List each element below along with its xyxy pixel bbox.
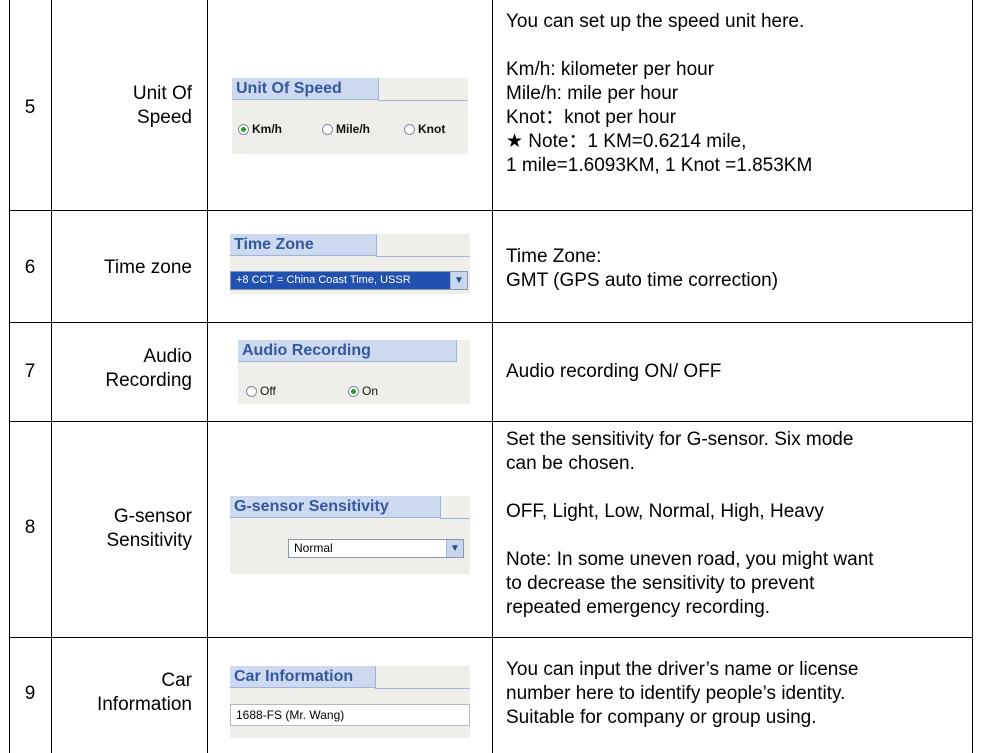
row-divider — [9, 637, 973, 638]
setting-name: Unit Of Speed — [132, 83, 192, 128]
setting-description: Time Zone: GMT (GPS auto time correction… — [506, 246, 779, 291]
row-number: 8 — [24, 517, 36, 538]
widget-title: Time Zone — [230, 234, 377, 256]
row-number: 6 — [24, 257, 36, 278]
row-divider — [9, 322, 973, 323]
radio-unselected-icon — [404, 123, 415, 135]
setting-description: You can set up the speed unit here. Km/h… — [506, 11, 813, 176]
column-divider — [207, 0, 208, 753]
setting-description: Audio recording ON/ OFF — [506, 361, 722, 382]
radio-on[interactable]: On — [348, 384, 378, 398]
widget-title: Audio Recording — [238, 340, 457, 362]
radio-kmh[interactable]: Km/h — [238, 122, 282, 136]
chevron-down-icon: ▼ — [446, 540, 463, 557]
row-number: 7 — [24, 361, 36, 382]
setting-name: Time zone — [104, 257, 192, 278]
row-divider — [9, 421, 973, 422]
chevron-down-icon: ▼ — [450, 272, 467, 289]
setting-name: Car Information — [96, 670, 192, 715]
radio-knot[interactable]: Knot — [404, 122, 445, 136]
widget-title: Unit Of Speed — [232, 78, 379, 100]
radio-unselected-icon — [322, 123, 333, 135]
radio-off[interactable]: Off — [246, 384, 276, 398]
setting-name: Audio Recording — [105, 346, 192, 391]
car-information-widget: Car Information 1688-FS (Mr. Wang) — [230, 666, 470, 738]
radio-unselected-icon — [246, 385, 257, 397]
row-number: 5 — [24, 97, 36, 118]
widget-title: G-sensor Sensitivity — [230, 496, 441, 518]
setting-description: You can input the driver’s name or licen… — [506, 659, 859, 728]
column-divider — [492, 0, 493, 753]
audio-recording-widget: Audio Recording Off On — [238, 340, 470, 404]
setting-description: Set the sensitivity for G-sensor. Six mo… — [506, 429, 874, 618]
radio-mileh[interactable]: Mile/h — [322, 122, 370, 136]
widget-title: Car Information — [230, 666, 376, 688]
setting-name: G-sensor Sensitivity — [106, 506, 192, 551]
time-zone-widget: Time Zone +8 CCT = China Coast Time, USS… — [230, 234, 470, 294]
g-sensor-widget: G-sensor Sensitivity Normal ▼ — [230, 496, 470, 574]
radio-selected-icon — [238, 123, 249, 135]
car-information-input[interactable]: 1688-FS (Mr. Wang) — [230, 704, 470, 726]
row-divider — [9, 210, 973, 211]
table-border-right — [972, 0, 973, 753]
row-number: 9 — [24, 683, 36, 704]
time-zone-select[interactable]: +8 CCT = China Coast Time, USSR ▼ — [230, 271, 468, 290]
g-sensor-select[interactable]: Normal ▼ — [288, 539, 464, 558]
unit-of-speed-widget: Unit Of Speed Km/h Mile/h Knot — [232, 78, 468, 154]
radio-selected-icon — [348, 385, 359, 397]
